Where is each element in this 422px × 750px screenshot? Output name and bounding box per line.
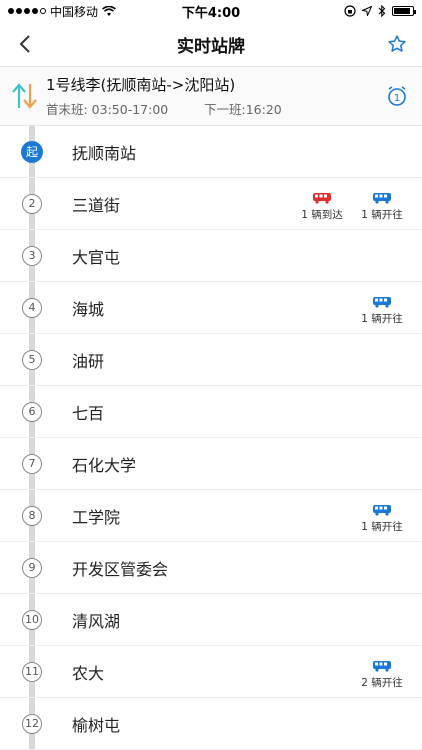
svg-text:1: 1 [394, 93, 400, 104]
stop-index: 10 [22, 609, 42, 630]
back-button[interactable] [10, 29, 40, 59]
stop-row[interactable]: 5 油研 [0, 334, 422, 386]
status-bar: 中国移动 下午4:00 [0, 0, 422, 22]
bus-icon [373, 193, 391, 204]
bus-departing: 1 辆开往 [358, 296, 406, 326]
stop-index: 6 [22, 401, 42, 422]
stop-name: 榆树屯 [72, 715, 121, 735]
route-times: 首末班: 03:50-17:00 下一班:16:20 [46, 99, 382, 118]
bus-count-label: 1 辆到达 [301, 209, 343, 221]
status-left: 中国移动 [8, 3, 116, 20]
route-info: 1号线李(抚顺南站->沈阳站) 首末班: 03:50-17:00 下一班:16:… [46, 74, 382, 118]
stop-index: 3 [22, 245, 42, 266]
bus-count-label: 1 辆开往 [361, 521, 403, 533]
signal-icon [8, 8, 46, 14]
nav-bar: 实时站牌 [0, 22, 422, 67]
stop-row[interactable]: 起 抚顺南站 [0, 126, 422, 178]
stop-row[interactable]: 4 海城 1 辆开往 [0, 282, 422, 334]
bus-status-group: 1 辆到达 1 辆开往 [298, 192, 406, 222]
stop-name: 石化大学 [72, 455, 137, 475]
wifi-icon [102, 5, 116, 16]
stop-row[interactable]: 2 三道街 1 辆到达 1 辆开往 [0, 178, 422, 230]
favorite-button[interactable] [382, 29, 412, 59]
alarm-clock-icon: 1 [388, 86, 406, 106]
alarm-button[interactable]: 1 [382, 81, 412, 111]
stop-name: 七百 [72, 403, 105, 423]
bus-status-group: 1 辆开往 [358, 504, 406, 534]
stop-index: 7 [22, 453, 42, 474]
bus-status-group: 1 辆开往 [358, 296, 406, 326]
location-icon [362, 6, 372, 16]
battery-icon [392, 6, 416, 16]
bus-departing: 1 辆开往 [358, 192, 406, 222]
stop-list: 起 抚顺南站 2 三道街 1 辆到达 1 辆开往 3 大官屯 4 海城 1 辆开往 5 油研 6 七百 7 石化… [0, 126, 422, 750]
stop-name: 农大 [72, 663, 105, 683]
stop-index: 4 [22, 297, 42, 318]
direction-switch-icon[interactable] [10, 80, 40, 112]
stop-name: 工学院 [72, 507, 121, 527]
bus-icon [373, 661, 391, 672]
chevron-left-icon [19, 35, 30, 53]
stop-index: 起 [21, 140, 43, 163]
route-header: 1号线李(抚顺南站->沈阳站) 首末班: 03:50-17:00 下一班:16:… [0, 67, 422, 126]
route-name: 1号线李(抚顺南站->沈阳站) [46, 76, 236, 94]
bus-status-group: 2 辆开往 [358, 660, 406, 690]
bus-arrived: 1 辆到达 [298, 192, 346, 222]
stop-index: 9 [22, 557, 42, 578]
bus-departing: 2 辆开往 [358, 660, 406, 690]
stop-index: 11 [22, 661, 42, 682]
stop-row[interactable]: 8 工学院 1 辆开往 [0, 490, 422, 542]
stop-name: 三道街 [72, 195, 121, 215]
stop-name: 海城 [72, 299, 105, 319]
bus-count-label: 2 辆开往 [361, 677, 403, 689]
stop-row[interactable]: 10 清风湖 [0, 594, 422, 646]
stop-row[interactable]: 11 农大 2 辆开往 [0, 646, 422, 698]
bus-count-label: 1 辆开往 [361, 313, 403, 325]
stop-row[interactable]: 3 大官屯 [0, 230, 422, 282]
bus-icon [373, 505, 391, 516]
page-title: 实时站牌 [177, 36, 245, 57]
stop-name: 抚顺南站 [72, 143, 137, 163]
star-icon [388, 35, 406, 52]
orientation-lock-icon [344, 5, 356, 17]
stop-row[interactable]: 6 七百 [0, 386, 422, 438]
carrier-label: 中国移动 [50, 4, 99, 19]
bus-icon [313, 193, 331, 204]
stop-index: 8 [22, 505, 42, 526]
bus-icon [373, 297, 391, 308]
first-last-bus: 首末班: 03:50-17:00 [46, 102, 169, 117]
stop-name: 清风湖 [72, 611, 121, 631]
stop-name: 油研 [72, 351, 105, 371]
stop-name: 开发区管委会 [72, 559, 169, 579]
stop-row[interactable]: 12 榆树屯 [0, 698, 422, 750]
stop-index: 5 [22, 349, 42, 370]
next-bus: 下一班:16:20 [204, 102, 282, 117]
stop-row[interactable]: 9 开发区管委会 [0, 542, 422, 594]
stop-row[interactable]: 7 石化大学 [0, 438, 422, 490]
status-right [344, 5, 416, 17]
stop-name: 大官屯 [72, 247, 121, 267]
bus-departing: 1 辆开往 [358, 504, 406, 534]
stop-index: 2 [22, 193, 42, 214]
bus-count-label: 1 辆开往 [361, 209, 403, 221]
stop-index: 12 [22, 713, 42, 734]
bluetooth-icon [378, 5, 386, 17]
